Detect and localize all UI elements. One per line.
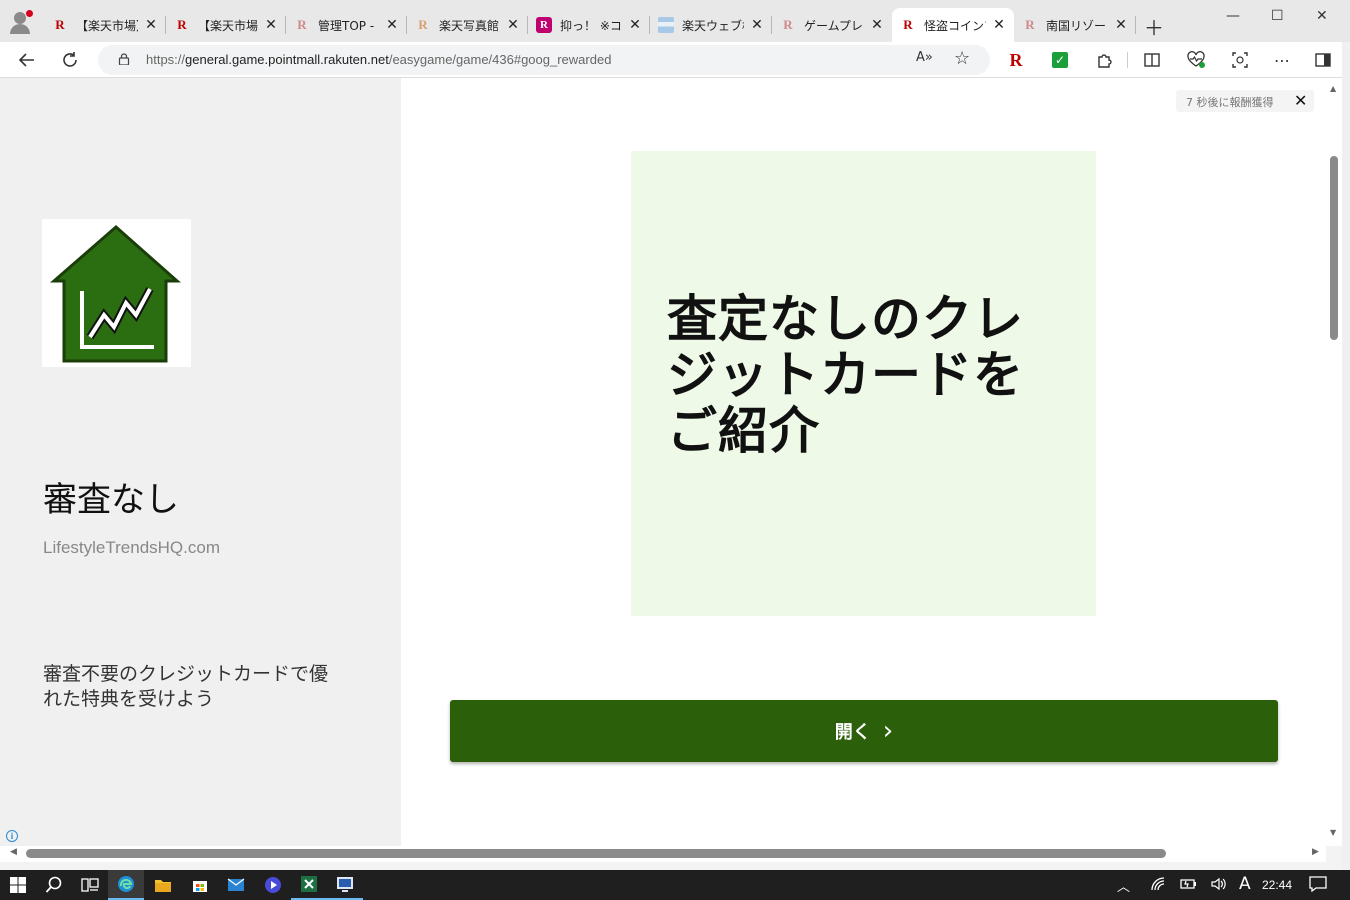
read-aloud-icon[interactable]: A»	[916, 50, 933, 65]
rakuten-r-icon: R	[177, 17, 187, 32]
close-tab-icon[interactable]: ✕	[264, 17, 278, 33]
address-bar[interactable]: https://general.game.pointmall.rakuten.n…	[98, 45, 990, 75]
ad-info-icon[interactable]: i	[6, 830, 18, 842]
browser-tab[interactable]: R 【楽天市場】 ✕	[44, 8, 166, 42]
close-tab-icon[interactable]: ✕	[385, 17, 399, 33]
rakuten-r-icon: R	[418, 17, 428, 32]
sidebar-icon[interactable]	[1311, 48, 1335, 72]
task-view-icon[interactable]	[72, 870, 108, 900]
favorite-star-icon[interactable]: ☆	[954, 48, 970, 69]
browser-tab[interactable]: R 管理TOP - ✕	[286, 8, 407, 42]
rakuten-r-icon: R	[55, 17, 65, 32]
ime-indicator[interactable]: A	[1239, 874, 1251, 894]
horizontal-scroll-thumb[interactable]	[26, 849, 1166, 858]
edge-icon[interactable]	[108, 870, 144, 900]
close-tab-icon[interactable]: ✕	[870, 17, 884, 33]
scroll-right-arrow-icon[interactable]: ▶	[1312, 847, 1319, 857]
browser-tab[interactable]: R 抑っ！ ※コ ✕	[528, 8, 650, 42]
windows-start-icon[interactable]	[0, 870, 36, 900]
store-icon[interactable]	[182, 870, 218, 900]
close-tab-icon[interactable]: ✕	[628, 17, 642, 33]
url-text[interactable]: https://general.game.pointmall.rakuten.n…	[146, 52, 611, 67]
rakuten-r-icon: R	[1025, 17, 1035, 32]
reward-countdown-text: 7 秒後に報酬獲得	[1186, 96, 1274, 109]
browser-tab[interactable]: R ゲームプレイ ✕	[772, 8, 892, 42]
close-window-icon[interactable]: ✕	[1316, 8, 1328, 24]
system-clock[interactable]: 22:44	[1262, 878, 1292, 892]
mail-icon[interactable]	[218, 870, 254, 900]
browser-toolbar: https://general.game.pointmall.rakuten.n…	[0, 42, 1350, 78]
ad-description[interactable]: 審査不要のクレジットカードで優れた特典を受けよう	[43, 662, 343, 712]
minimize-icon[interactable]: —	[1226, 8, 1240, 24]
open-button-label: 開く	[834, 722, 871, 743]
windows-taskbar: ︿ A 22:44	[0, 870, 1350, 900]
scroll-up-arrow-icon[interactable]: ▲	[1330, 84, 1336, 93]
vertical-scrollbar[interactable]: ▲ ▼	[1326, 78, 1342, 846]
refresh-icon[interactable]	[58, 48, 82, 72]
screenshot-icon[interactable]	[1228, 48, 1252, 72]
close-tab-icon[interactable]: ✕	[1114, 17, 1128, 33]
ad-page: 審査なし LifestyleTrendsHQ.com 審査不要のクレジットカード…	[0, 78, 1342, 846]
file-explorer-icon[interactable]	[145, 870, 181, 900]
house-chart-logo-icon[interactable]	[42, 219, 191, 367]
close-tab-icon[interactable]: ✕	[750, 17, 764, 33]
close-tab-icon[interactable]: ✕	[992, 17, 1006, 33]
search-icon[interactable]	[36, 870, 72, 900]
back-arrow-icon[interactable]	[15, 48, 39, 72]
wifi-icon[interactable]	[1150, 876, 1166, 896]
vertical-scroll-thumb[interactable]	[1330, 156, 1338, 340]
remote-desktop-icon[interactable]	[327, 870, 363, 900]
striped-page-icon	[658, 17, 674, 33]
new-tab-plus-icon[interactable]: ＋	[1144, 12, 1164, 41]
horizontal-scrollbar[interactable]: ◀ ▶	[0, 846, 1326, 862]
browser-tab-active[interactable]: R 怪盗コインフ ✕	[892, 8, 1014, 42]
show-hidden-icons-chevron-icon[interactable]: ︿	[1117, 876, 1130, 895]
open-ad-button[interactable]: 開く ›	[450, 700, 1278, 762]
browser-tab[interactable]: R 南国リゾート ✕	[1014, 8, 1136, 42]
ad-headline[interactable]: 審査なし	[43, 472, 179, 521]
rakuten-boxed-r-icon: R	[536, 17, 552, 33]
ad-domain[interactable]: LifestyleTrendsHQ.com	[43, 538, 220, 558]
browser-tab[interactable]: 楽天ウェブ検 ✕	[650, 8, 772, 42]
close-ad-icon[interactable]: ✕	[1294, 91, 1307, 110]
browser-tab[interactable]: R 【楽天市場】 ✕	[166, 8, 286, 42]
rakuten-r-icon[interactable]: R	[1004, 48, 1028, 72]
more-icon[interactable]: ⋯	[1270, 48, 1294, 72]
heart-pulse-icon[interactable]	[1184, 48, 1208, 72]
tab-strip: R 【楽天市場】 ✕ R 【楽天市場】 ✕ R 管理TOP - ✕ R 楽天写真…	[0, 0, 1350, 42]
volume-icon[interactable]	[1210, 876, 1228, 896]
browser-tab[interactable]: R 楽天写真館 ✕	[407, 8, 528, 42]
battery-icon[interactable]	[1180, 876, 1198, 896]
chevron-right-icon: ›	[882, 716, 894, 746]
window-edge	[1342, 42, 1350, 870]
ad-creative-text: 査定なしのクレジットカードをご紹介	[667, 290, 1024, 460]
close-tab-icon[interactable]: ✕	[144, 17, 158, 33]
notification-center-icon[interactable]	[1309, 876, 1327, 896]
lock-icon[interactable]	[118, 53, 130, 65]
rakuten-r-icon: R	[297, 17, 307, 32]
excel-icon[interactable]	[291, 870, 327, 900]
ad-info-panel: 審査なし LifestyleTrendsHQ.com 審査不要のクレジットカード…	[0, 78, 401, 846]
scroll-down-arrow-icon[interactable]: ▼	[1330, 828, 1336, 837]
puzzle-icon[interactable]	[1092, 48, 1116, 72]
green-check-icon[interactable]: ✓	[1048, 48, 1072, 72]
rakuten-r-icon: R	[903, 17, 913, 32]
ad-creative-image[interactable]: 査定なしのクレジットカードをご紹介	[631, 151, 1096, 616]
profile-avatar-icon[interactable]	[8, 10, 33, 34]
media-player-icon[interactable]	[255, 870, 291, 900]
rakuten-r-icon: R	[783, 17, 793, 32]
split-screen-icon[interactable]	[1140, 48, 1164, 72]
scroll-left-arrow-icon[interactable]: ◀	[10, 847, 17, 857]
maximize-icon[interactable]: ☐	[1271, 8, 1284, 24]
reward-countdown: 7 秒後に報酬獲得 ✕	[1176, 90, 1314, 112]
close-tab-icon[interactable]: ✕	[506, 17, 520, 33]
